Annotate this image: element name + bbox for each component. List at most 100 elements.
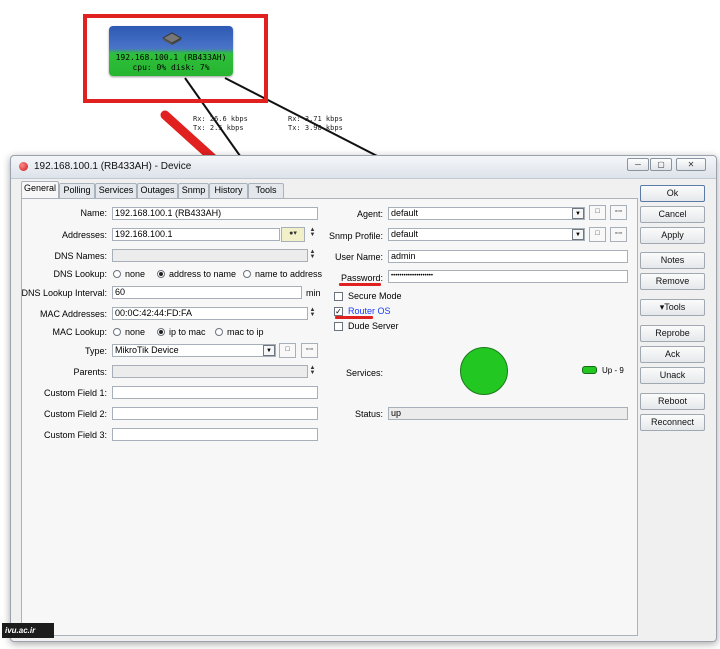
mac-addresses-field[interactable]: 00:0C:42:44:FD:FA — [112, 307, 308, 320]
tab-general[interactable]: General — [21, 181, 59, 198]
custom-field-1-input[interactable] — [112, 386, 318, 399]
name-label: Name: — [80, 208, 107, 218]
dns-lookup-address-to-name-radio[interactable] — [157, 270, 165, 278]
tab-services[interactable]: Services — [95, 183, 137, 198]
mac-lookup-ip-to-mac-label: ip to mac — [169, 327, 206, 337]
type-select[interactable]: MikroTik Device — [112, 344, 276, 357]
addresses-spin-icon[interactable]: ▲ ▼ — [308, 227, 317, 238]
dns-lookup-name-to-address-radio[interactable] — [243, 270, 251, 278]
address-lookup-icon[interactable]: ●▾ — [281, 227, 305, 242]
link-traffic-label: Rx: 3.71 kbps Tx: 3.98 kbps — [288, 115, 343, 132]
tab-history[interactable]: History — [209, 183, 248, 198]
mac-lookup-ip-to-mac-radio[interactable] — [157, 328, 165, 336]
snmp-profile-select[interactable]: default — [388, 228, 585, 241]
reprobe-button[interactable]: Reprobe — [640, 325, 705, 342]
parents-spin-icon[interactable]: ▲ ▼ — [308, 365, 317, 376]
watermark-logo: ivu.ac.ir — [2, 623, 54, 638]
dns-lookup-name-to-address-label: name to address — [255, 269, 323, 279]
custom-field-3-label: Custom Field 3: — [43, 430, 107, 440]
mac-lookup-label: MAC Lookup: — [52, 327, 107, 337]
cancel-button[interactable]: Cancel — [640, 206, 705, 223]
tab-snmp[interactable]: Snmp — [178, 183, 209, 198]
addresses-label: Addresses: — [61, 230, 107, 240]
services-pie-chart — [460, 347, 508, 395]
mac-addresses-label: MAC Addresses: — [39, 309, 107, 319]
user-name-field[interactable]: admin — [388, 250, 628, 263]
mac-spin-icon[interactable]: ▲ ▼ — [308, 307, 317, 318]
snmp-browse-button[interactable]: □ — [589, 227, 606, 242]
dns-names-spin-icon[interactable]: ▲ ▼ — [308, 249, 317, 260]
dns-interval-label: DNS Lookup Interval: — [21, 288, 107, 298]
mac-lookup-mac-to-ip-label: mac to ip — [227, 327, 264, 337]
agent-select[interactable]: default — [388, 207, 585, 220]
parents-field[interactable] — [112, 365, 308, 378]
maximize-button[interactable]: ▢ — [650, 158, 672, 171]
tab-tools[interactable]: Tools — [248, 183, 284, 198]
chevron-down-icon[interactable]: ▼ — [263, 345, 275, 356]
reboot-button[interactable]: Reboot — [640, 393, 705, 410]
annotation-underline — [335, 316, 373, 319]
router-os-label: Router OS — [348, 306, 391, 316]
dns-lookup-none-label: none — [125, 269, 146, 279]
tools-button[interactable]: ▾Tools — [640, 299, 705, 316]
app-icon — [19, 162, 28, 171]
annotation-underline — [339, 283, 381, 286]
remove-button[interactable]: Remove — [640, 273, 705, 290]
parents-label: Parents: — [73, 367, 107, 377]
custom-field-3-input[interactable] — [112, 428, 318, 441]
ack-button[interactable]: Ack — [640, 346, 705, 363]
status-field: up — [388, 407, 628, 420]
dude-server-label: Dude Server — [348, 321, 399, 331]
password-label: Password: — [340, 273, 383, 283]
window-title: 192.168.100.1 (RB433AH) - Device — [34, 161, 192, 172]
tab-polling[interactable]: Polling — [59, 183, 95, 198]
name-field[interactable]: 192.168.100.1 (RB433AH) — [112, 207, 318, 220]
addresses-field[interactable]: 192.168.100.1 — [112, 228, 280, 241]
dns-interval-unit: min — [306, 288, 321, 298]
services-label: Services: — [345, 368, 383, 378]
reconnect-button[interactable]: Reconnect — [640, 414, 705, 431]
status-label: Status: — [354, 409, 383, 419]
minimize-button[interactable]: ─ — [627, 158, 649, 171]
apply-button[interactable]: Apply — [640, 227, 705, 244]
dns-names-label: DNS Names: — [54, 251, 107, 261]
type-label: Type: — [84, 346, 107, 356]
link-traffic-label: Rx: 26.6 kbps Tx: 2.5 kbps — [193, 115, 248, 132]
custom-field-2-input[interactable] — [112, 407, 318, 420]
type-more-button[interactable]: ▫▫▫ — [301, 343, 318, 358]
dns-lookup-none-radio[interactable] — [113, 270, 121, 278]
mac-lookup-none-label: none — [125, 327, 146, 337]
custom-field-1-label: Custom Field 1: — [43, 388, 107, 398]
type-browse-button[interactable]: □ — [279, 343, 296, 358]
mac-lookup-none-radio[interactable] — [113, 328, 121, 336]
services-legend-swatch — [582, 366, 597, 374]
dns-names-field[interactable] — [112, 249, 308, 262]
ok-button[interactable]: Ok — [640, 185, 705, 202]
mac-lookup-mac-to-ip-radio[interactable] — [215, 328, 223, 336]
snmp-more-button[interactable]: ▫▫▫ — [610, 227, 627, 242]
dns-lookup-label: DNS Lookup: — [53, 269, 107, 279]
services-legend-label: Up - 9 — [602, 366, 624, 375]
status-bar — [11, 624, 716, 640]
dns-interval-field[interactable]: 60 — [112, 286, 302, 299]
agent-browse-button[interactable]: □ — [589, 205, 606, 220]
agent-label: Agent: — [356, 209, 383, 219]
annotation-highlight-box — [83, 14, 268, 103]
secure-mode-checkbox[interactable] — [334, 292, 343, 301]
tab-outages[interactable]: Outages — [137, 183, 178, 198]
custom-field-2-label: Custom Field 2: — [43, 409, 107, 419]
router-os-checkbox[interactable]: ✓ — [334, 307, 343, 316]
snmp-profile-label: Snmp Profile: — [328, 231, 383, 241]
title-bar[interactable]: 192.168.100.1 (RB433AH) - Device ─ ▢ ✕ — [11, 156, 716, 179]
user-name-label: User Name: — [334, 252, 383, 262]
close-button[interactable]: ✕ — [676, 158, 706, 171]
device-window: 192.168.100.1 (RB433AH) - Device ─ ▢ ✕ G… — [10, 155, 717, 642]
dns-lookup-address-to-name-label: address to name — [169, 269, 237, 279]
dude-server-checkbox[interactable] — [334, 322, 343, 331]
chevron-down-icon[interactable]: ▼ — [572, 208, 584, 219]
chevron-down-icon[interactable]: ▼ — [572, 229, 584, 240]
agent-more-button[interactable]: ▫▫▫ — [610, 205, 627, 220]
notes-button[interactable]: Notes — [640, 252, 705, 269]
unack-button[interactable]: Unack — [640, 367, 705, 384]
password-field[interactable]: •••••••••••••••••••• — [388, 270, 628, 283]
